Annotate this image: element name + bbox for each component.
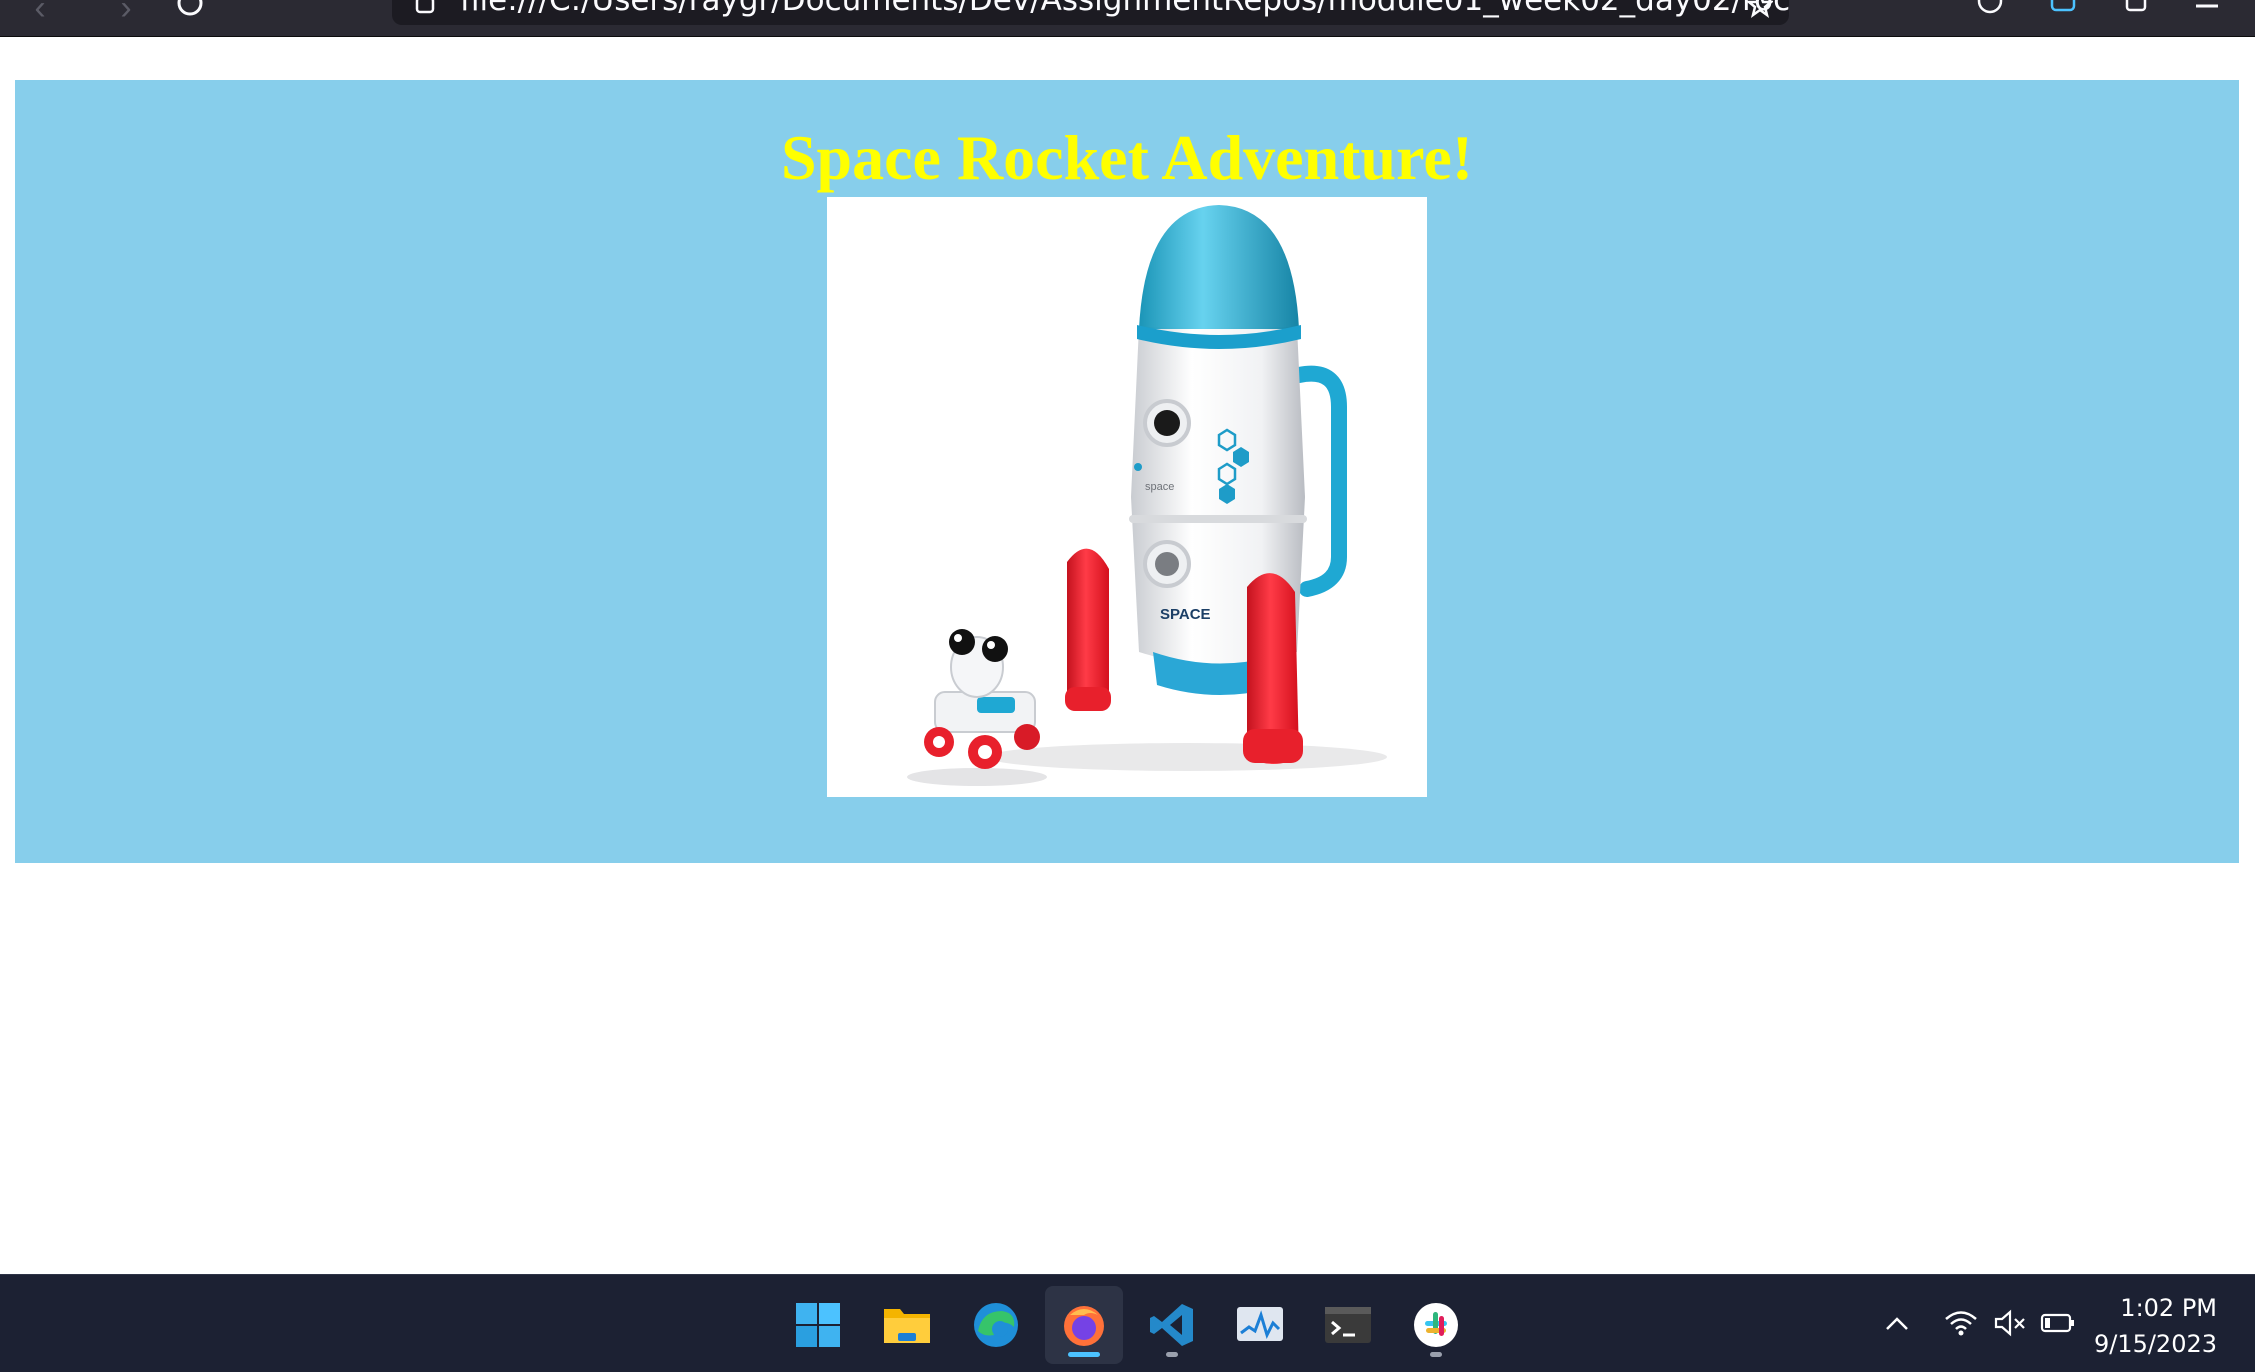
url-bar[interactable]: file:///C:/Users/raygr/Documents/Dev/Ass… <box>392 0 1789 25</box>
tray-overflow-chevron-icon[interactable] <box>1879 1305 1915 1341</box>
active-app-indicator <box>1068 1352 1100 1357</box>
rocket-toy-image: space SPACE <box>827 197 1427 797</box>
system-clock[interactable]: 1:02 PM 9/15/2023 <box>2094 1290 2217 1362</box>
folder-icon <box>884 1309 930 1343</box>
windows-start-icon <box>796 1303 840 1347</box>
volume-muted-icon[interactable] <box>1992 1305 2028 1341</box>
browser-toolbar: ‹ › file:///C:/Users/raygr/Documents/Dev… <box>0 0 2255 37</box>
running-app-indicator <box>1430 1352 1442 1357</box>
windows-taskbar <box>0 1274 2255 1372</box>
rocket-illustration: space SPACE <box>907 205 1387 786</box>
pocket-icon[interactable] <box>2046 0 2080 16</box>
edge-icon <box>974 1303 1018 1347</box>
monitor-chart-icon <box>1237 1307 1283 1341</box>
page-title: Space Rocket Adventure! <box>780 122 1474 193</box>
lock-icon <box>414 0 436 23</box>
terminal-icon <box>1325 1307 1371 1343</box>
wifi-icon[interactable] <box>1943 1305 1979 1341</box>
astronaut-rover <box>924 629 1040 769</box>
page-banner: Space Rocket Adventure! space SPACE <box>15 80 2239 863</box>
menu-icon[interactable] <box>2190 0 2224 16</box>
battery-icon[interactable] <box>2040 1305 2076 1341</box>
running-app-indicator <box>1166 1352 1178 1357</box>
rocket-small-label: space <box>1145 481 1174 493</box>
taskbar-start[interactable] <box>779 1286 857 1364</box>
taskbar-terminal[interactable] <box>1309 1286 1387 1364</box>
taskbar-file-explorer[interactable] <box>868 1286 946 1364</box>
taskbar-edge[interactable] <box>957 1286 1035 1364</box>
back-button[interactable]: ‹ <box>20 0 60 25</box>
reload-icon <box>177 0 203 16</box>
clock-time: 1:02 PM <box>2120 1294 2217 1322</box>
url-text[interactable]: file:///C:/Users/raygr/Documents/Dev/Ass… <box>460 0 1789 18</box>
reload-button[interactable] <box>170 0 210 20</box>
firefox-icon <box>1064 1306 1104 1346</box>
taskbar-vscode[interactable] <box>1133 1286 1211 1364</box>
taskbar-slack[interactable] <box>1397 1286 1475 1364</box>
slack-icon <box>1414 1303 1458 1347</box>
account-icon[interactable] <box>1973 0 2007 16</box>
rocket-label: SPACE <box>1160 606 1211 623</box>
extensions-icon[interactable] <box>2119 0 2153 16</box>
bookmark-star-icon[interactable] <box>1745 0 1775 25</box>
vscode-icon <box>1150 1304 1193 1346</box>
taskbar-firefox[interactable] <box>1045 1286 1123 1364</box>
clock-date: 9/15/2023 <box>2093 1330 2217 1358</box>
taskbar-resource-monitor[interactable] <box>1221 1286 1299 1364</box>
forward-button[interactable]: › <box>106 0 146 25</box>
